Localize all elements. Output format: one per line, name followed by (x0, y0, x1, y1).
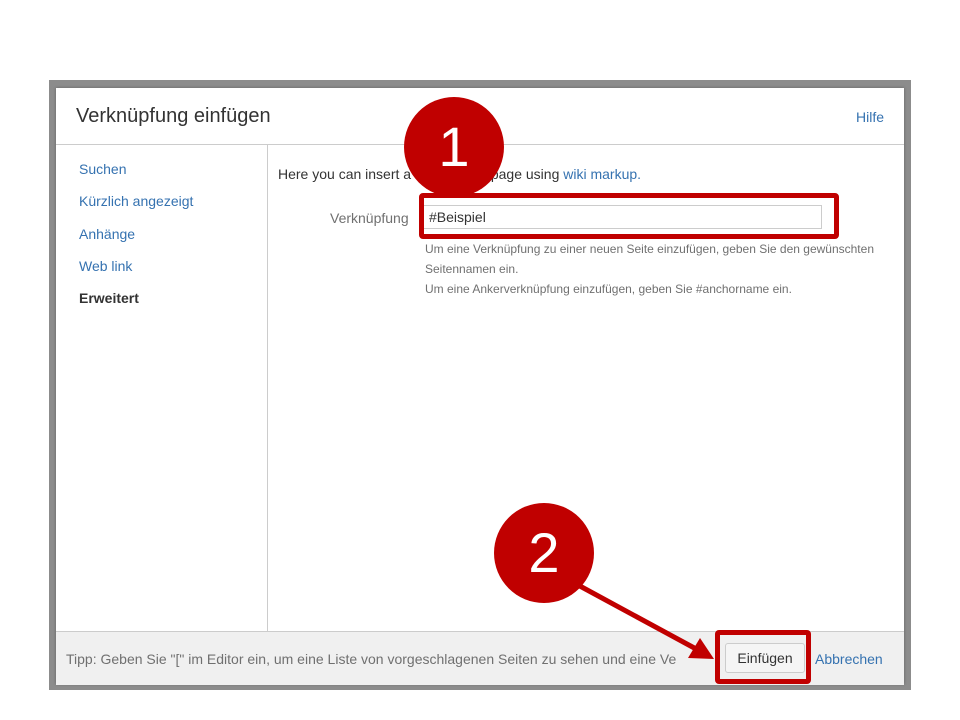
annotation-step-2-badge: 2 (494, 503, 594, 603)
hint-line-3: Um eine Ankerverknüpfung einzufügen, geb… (425, 282, 792, 296)
link-field-label: Verknüpfung (330, 210, 409, 226)
hint-line-2: Seitennamen ein. (425, 262, 519, 276)
dialog-title: Verknüpfung einfügen (76, 105, 271, 127)
tip-text: Tipp: Geben Sie "[" im Editor ein, um ei… (66, 651, 677, 667)
nav-item-recently-viewed[interactable]: Kürzlich angezeigt (79, 193, 193, 209)
intro-middle: page using (490, 166, 560, 182)
cancel-link[interactable]: Abbrechen (815, 651, 883, 667)
nav-item-attachments[interactable]: Anhänge (79, 226, 135, 242)
wiki-markup-link[interactable]: wiki markup. (563, 166, 641, 182)
help-link[interactable]: Hilfe (856, 109, 884, 125)
dialog-side-nav: Suchen Kürzlich angezeigt Anhänge Web li… (56, 145, 268, 631)
nav-item-web-link[interactable]: Web link (79, 258, 132, 274)
nav-item-search[interactable]: Suchen (79, 161, 126, 177)
annotation-box-link-input (419, 193, 839, 239)
annotation-box-insert-button (715, 630, 811, 684)
intro-prefix: Here you can insert a (278, 166, 412, 182)
hint-line-1: Um eine Verknüpfung zu einer neuen Seite… (425, 242, 874, 256)
annotation-step-1-badge: 1 (404, 97, 504, 197)
nav-item-advanced[interactable]: Erweitert (79, 290, 139, 306)
